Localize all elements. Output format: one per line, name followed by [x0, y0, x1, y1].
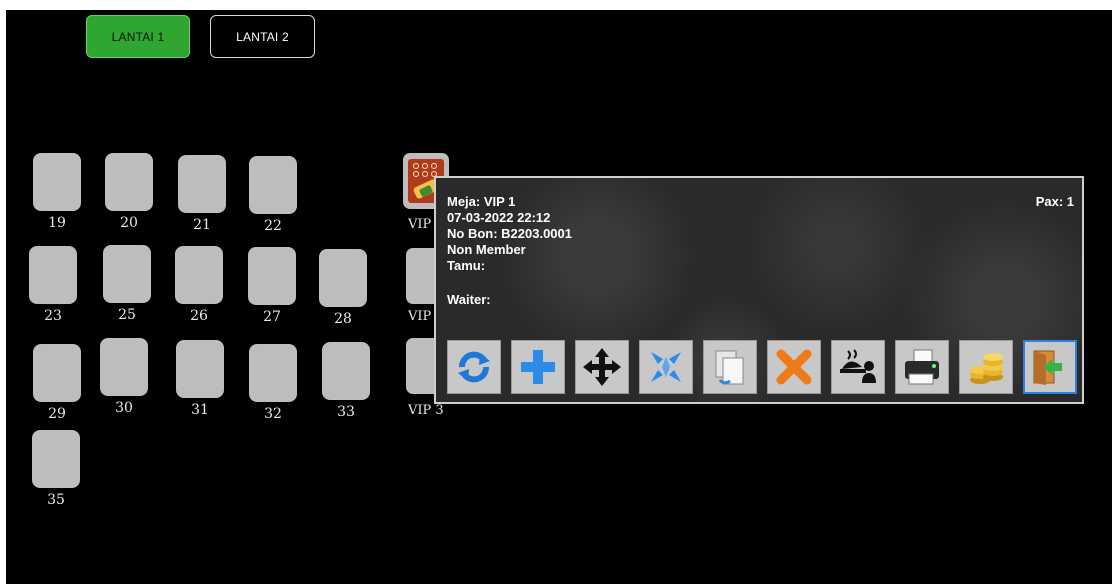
table-number: 25: [118, 307, 136, 323]
refresh-icon: [458, 351, 490, 383]
table-35[interactable]: 35: [26, 430, 86, 510]
table-33[interactable]: 33: [316, 342, 376, 422]
floor-tab-lantai-1[interactable]: LANTAI 1: [86, 15, 190, 58]
floor-tab-lantai-2[interactable]: LANTAI 2: [210, 15, 315, 58]
table-27[interactable]: 27: [242, 247, 302, 327]
table-23[interactable]: 23: [23, 246, 83, 326]
refresh-button[interactable]: [447, 340, 501, 394]
printer-icon: [905, 349, 939, 385]
copy-order-button[interactable]: [703, 340, 757, 394]
table-26[interactable]: 26: [169, 246, 229, 326]
table-19[interactable]: 19: [27, 153, 87, 233]
table-number: 23: [44, 308, 62, 324]
table-vip-1-label: VIP: [408, 217, 432, 232]
table-vip-2-label: VIP: [408, 309, 432, 324]
waiter-label: Waiter:: [447, 292, 491, 307]
payment-button[interactable]: [959, 340, 1013, 394]
table-number: 28: [334, 311, 352, 327]
table-number: 21: [193, 217, 211, 233]
order-datetime: 07-03-2022 22:12: [447, 210, 551, 225]
table-21[interactable]: 21: [172, 155, 232, 235]
cancel-order-button[interactable]: [767, 340, 821, 394]
table-28[interactable]: 28: [313, 249, 373, 329]
table-shape: [32, 430, 80, 488]
table-shape: [176, 340, 224, 398]
table-vip-2[interactable]: [406, 248, 436, 304]
table-29[interactable]: 29: [27, 344, 87, 424]
table-number: 35: [47, 492, 65, 508]
table-shape: [33, 344, 81, 402]
table-number: 30: [115, 400, 133, 416]
table-shape: [29, 246, 77, 304]
table-number: 27: [263, 309, 281, 325]
cancel-icon: [776, 349, 812, 385]
table-vip-3[interactable]: [406, 338, 436, 394]
floor-plan: LANTAI 1 LANTAI 2 19 20 21 22 23 25 26 2…: [6, 10, 1112, 584]
exit-button[interactable]: [1023, 340, 1077, 394]
merge-table-button[interactable]: [639, 340, 693, 394]
waiter-service-button[interactable]: [831, 340, 885, 394]
table-22[interactable]: 22: [243, 156, 303, 236]
table-shape: [103, 245, 151, 303]
table-shape: [105, 153, 153, 211]
table-shape: [100, 338, 148, 396]
table-number: 29: [48, 406, 66, 422]
table-shape: [33, 153, 81, 211]
table-detail-popup: Meja: VIP 1 07-03-2022 22:12 No Bon: B22…: [434, 176, 1084, 404]
table-25[interactable]: 25: [97, 245, 157, 325]
waiter-service-icon: [840, 349, 876, 383]
add-icon: [521, 350, 555, 384]
add-order-button[interactable]: [511, 340, 565, 394]
table-31[interactable]: 31: [170, 340, 230, 420]
table-number: 22: [264, 218, 282, 234]
table-number: 32: [264, 406, 282, 422]
copy-icon: [715, 350, 744, 385]
move-table-button[interactable]: [575, 340, 629, 394]
table-number: 31: [191, 402, 209, 418]
table-name: Meja: VIP 1: [447, 194, 516, 209]
table-shape: [322, 342, 370, 400]
merge-icon: [651, 352, 681, 382]
table-vip-3-label: VIP 3: [408, 403, 444, 418]
pax-count: Pax: 1: [1035, 194, 1074, 209]
move-icon: [583, 348, 621, 386]
print-button[interactable]: [895, 340, 949, 394]
table-20[interactable]: 20: [99, 153, 159, 233]
exit-door-icon: [1033, 350, 1062, 385]
bill-number: No Bon: B2203.0001: [447, 226, 572, 241]
table-shape: [249, 156, 297, 214]
table-32[interactable]: 32: [243, 344, 303, 424]
table-number: 33: [337, 404, 355, 420]
member-status: Non Member: [447, 242, 526, 257]
table-shape: [248, 247, 296, 305]
table-shape: [175, 246, 223, 304]
table-shape: [249, 344, 297, 402]
table-number: 26: [190, 308, 208, 324]
guest-label: Tamu:: [447, 258, 486, 273]
coins-icon: [970, 353, 1003, 384]
table-shape: [319, 249, 367, 307]
table-shape: [178, 155, 226, 213]
table-30[interactable]: 30: [94, 338, 154, 418]
table-number: 19: [48, 215, 66, 231]
table-number: 20: [120, 215, 138, 231]
